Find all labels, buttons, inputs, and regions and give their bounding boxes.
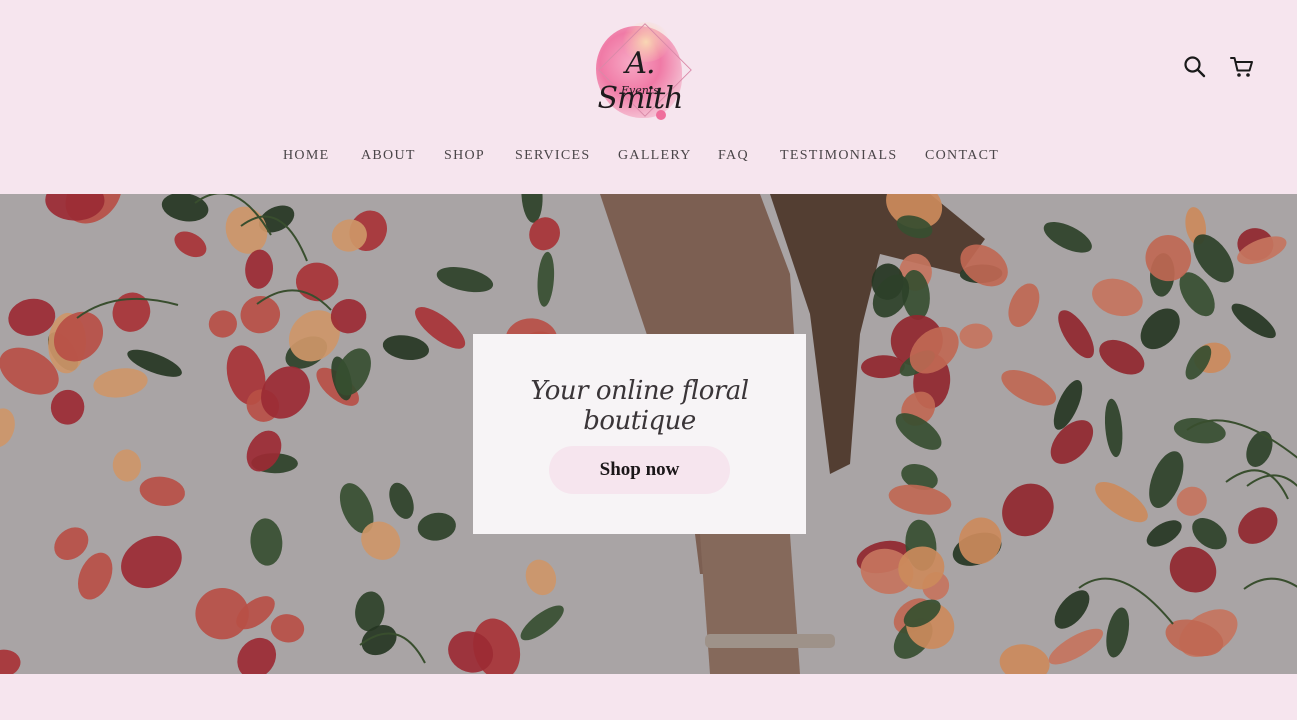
search-button[interactable] <box>1182 54 1208 80</box>
shop-now-button[interactable]: Shop now <box>549 446 730 494</box>
page-bottom-strip <box>0 674 1297 720</box>
hero-card: Your online floral boutique Shop now <box>473 334 806 534</box>
logo-subtitle: Events <box>621 84 659 97</box>
cart-button[interactable] <box>1229 54 1255 80</box>
nav-item-about[interactable]: ABOUT <box>361 148 416 164</box>
logo-name: A. Smith <box>597 46 684 116</box>
nav-item-home[interactable]: HOME <box>283 148 329 164</box>
nav-item-services[interactable]: SERVICES <box>515 148 590 164</box>
main-nav: HOME ABOUT SHOP SERVICES GALLERY FAQ TES… <box>0 148 1297 168</box>
nav-item-shop[interactable]: SHOP <box>444 148 485 164</box>
nav-item-faq[interactable]: FAQ <box>718 148 749 164</box>
nav-item-contact[interactable]: CONTACT <box>925 148 999 164</box>
search-icon <box>1184 56 1206 78</box>
nav-item-gallery[interactable]: GALLERY <box>618 148 692 164</box>
brand-logo[interactable]: A. Smith Events <box>582 20 698 126</box>
hero-tagline: Your online floral boutique <box>530 376 749 436</box>
nav-item-testimonials[interactable]: TESTIMONIALS <box>780 148 897 164</box>
hero-banner: Your online floral boutique Shop now <box>0 194 1297 674</box>
site-header: A. Smith Events HOME ABOUT SHOP SERVICES… <box>0 0 1297 194</box>
cart-icon <box>1230 57 1253 77</box>
